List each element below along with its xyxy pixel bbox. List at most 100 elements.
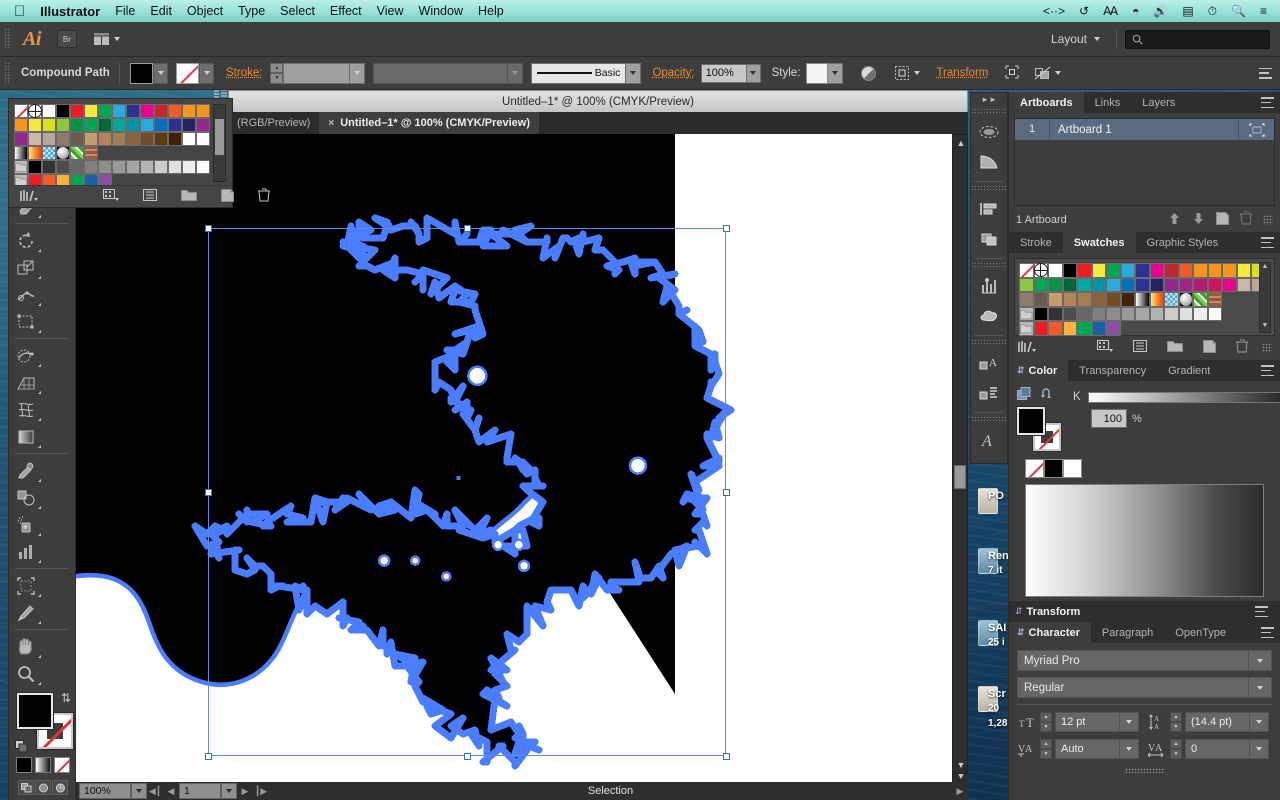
swatch-color[interactable]	[1062, 263, 1077, 278]
swatch-pattern-ball[interactable]	[56, 146, 70, 160]
tab-transparency[interactable]: Transparency	[1068, 360, 1157, 381]
collapse-to-icons-icon[interactable]: ►►	[971, 93, 1007, 105]
swatch-color[interactable]	[1120, 306, 1135, 321]
swatch-pattern-ball[interactable]	[1178, 292, 1193, 307]
swatch-color[interactable]	[1222, 263, 1237, 278]
kerning-input[interactable]: Auto	[1055, 739, 1139, 759]
new-color-group-icon[interactable]	[1167, 340, 1183, 355]
fill-color-swatch[interactable]	[16, 692, 54, 730]
scroll-down-icon[interactable]: ▼	[953, 757, 969, 773]
mini-swatch-none[interactable]	[1025, 459, 1044, 478]
color-mode-icon[interactable]	[16, 757, 32, 773]
scale-tool[interactable]	[9, 254, 43, 281]
artboard-tool[interactable]	[9, 572, 43, 599]
draw-inside-icon[interactable]	[52, 780, 68, 795]
swatch-color[interactable]	[1062, 292, 1077, 307]
new-swatch-icon[interactable]	[221, 188, 234, 205]
swatch-color[interactable]	[182, 132, 196, 146]
chevron-down-icon[interactable]	[1248, 651, 1271, 670]
notification-center-icon[interactable]: ≡	[1260, 5, 1267, 17]
vpn-icon[interactable]: <··>	[1043, 5, 1065, 17]
graphic-style-control[interactable]	[806, 62, 844, 84]
spotlight-icon[interactable]: 🔍	[1231, 5, 1246, 17]
swatch-pattern-leaf[interactable]	[70, 146, 84, 160]
font-family-select[interactable]: Myriad Pro	[1017, 650, 1272, 671]
artboard-canvas[interactable]	[75, 134, 952, 784]
gradient-mode-icon[interactable]	[35, 757, 51, 773]
appbar-grip[interactable]	[4, 28, 11, 50]
previous-artboard-icon[interactable]: ◀	[163, 786, 179, 797]
swatch-color[interactable]	[84, 160, 98, 174]
first-artboard-icon[interactable]: ◀┃	[147, 786, 163, 797]
swatch-color[interactable]	[42, 132, 56, 146]
document-tab-inactive[interactable]: (RGB/Preview)	[228, 112, 319, 134]
free-transform-tool[interactable]	[9, 308, 43, 335]
symbols-panel-icon[interactable]	[971, 147, 1007, 177]
character-styles-panel-icon[interactable]: A	[971, 348, 1007, 378]
swatch-color[interactable]	[1120, 277, 1135, 292]
swatch-color[interactable]	[154, 132, 168, 146]
blend-tool[interactable]	[9, 484, 43, 511]
swatch-color[interactable]	[1135, 277, 1150, 292]
swatch-color[interactable]	[1178, 263, 1193, 278]
swatch-color[interactable]	[1019, 277, 1034, 292]
workspace-switcher[interactable]: Layout	[1043, 29, 1108, 49]
swatch-color[interactable]	[1149, 263, 1164, 278]
panel-menu-icon[interactable]	[1261, 237, 1274, 248]
gradient-tool[interactable]	[9, 423, 43, 450]
swatch-pattern-brick[interactable]	[84, 146, 98, 160]
swatch-color[interactable]	[84, 132, 98, 146]
selection-handle-ml[interactable]	[205, 489, 212, 496]
clock-icon[interactable]: ⏱	[1208, 5, 1217, 17]
swatch-color[interactable]	[1164, 263, 1179, 278]
swatch-color[interactable]	[1193, 263, 1208, 278]
menu-effect[interactable]: Effect	[330, 4, 362, 18]
move-down-icon[interactable]	[1192, 212, 1205, 228]
swatch-color[interactable]	[98, 104, 112, 118]
swatch-color[interactable]	[1033, 306, 1048, 321]
swatch-color[interactable]	[1091, 306, 1106, 321]
arrange-documents-button[interactable]	[92, 32, 120, 46]
leading-input[interactable]: (14.4 pt)	[1185, 712, 1269, 732]
k-slider-track[interactable]	[1087, 391, 1280, 403]
stroke-weight-stepper[interactable]: ▲ ▼	[270, 62, 284, 84]
swatch-color[interactable]	[112, 160, 126, 174]
selection-handle-tc[interactable]	[464, 225, 471, 232]
tab-opentype[interactable]: OpenType	[1164, 622, 1237, 643]
swatch-color[interactable]	[1033, 292, 1048, 307]
swatch-color[interactable]	[28, 160, 42, 174]
swatch-color[interactable]	[182, 104, 196, 118]
make-mask-control[interactable]	[1034, 65, 1062, 81]
swatch-color[interactable]	[1178, 306, 1193, 321]
swatch-color[interactable]	[70, 104, 84, 118]
new-swatch-icon[interactable]	[1203, 339, 1216, 356]
swatch-color[interactable]	[1091, 292, 1106, 307]
tab-links[interactable]: Links	[1084, 92, 1132, 113]
swatch-color[interactable]	[1149, 306, 1164, 321]
graphic-style-dropdown-button[interactable]	[828, 62, 844, 84]
battery-icon[interactable]: ▤	[1182, 5, 1193, 17]
swatch-color[interactable]	[126, 132, 140, 146]
swatch-color[interactable]	[1135, 306, 1150, 321]
swatch-color[interactable]	[56, 132, 70, 146]
mesh-tool[interactable]	[9, 396, 43, 423]
swatches-flyout-panel[interactable]	[8, 89, 270, 208]
wifi-icon[interactable]: ◓	[1132, 5, 1139, 17]
opacity-dropdown-button[interactable]	[746, 63, 761, 83]
swatch-gradient-orange[interactable]	[28, 146, 42, 160]
apple-icon[interactable]: 	[14, 4, 25, 19]
color-fill-swatch[interactable]	[1016, 406, 1046, 436]
swatch-grid[interactable]: ▲ ▼	[1014, 258, 1275, 336]
swatch-color[interactable]	[112, 104, 126, 118]
eyedropper-tool[interactable]	[9, 457, 43, 484]
zoom-level-input[interactable]: 100%	[79, 783, 131, 799]
swatch-color[interactable]	[1062, 321, 1077, 336]
swatch-color[interactable]	[1019, 292, 1034, 307]
flyout-swatch-grid[interactable]	[14, 104, 210, 188]
swatch-color[interactable]	[1106, 321, 1121, 336]
color-fill-stroke-toggle-icon[interactable]	[1017, 387, 1031, 404]
swatch-color[interactable]	[14, 132, 28, 146]
tracking-input[interactable]: 0	[1185, 739, 1269, 759]
chevron-down-icon[interactable]	[1248, 678, 1271, 697]
zoom-dropdown-button[interactable]	[131, 783, 147, 799]
